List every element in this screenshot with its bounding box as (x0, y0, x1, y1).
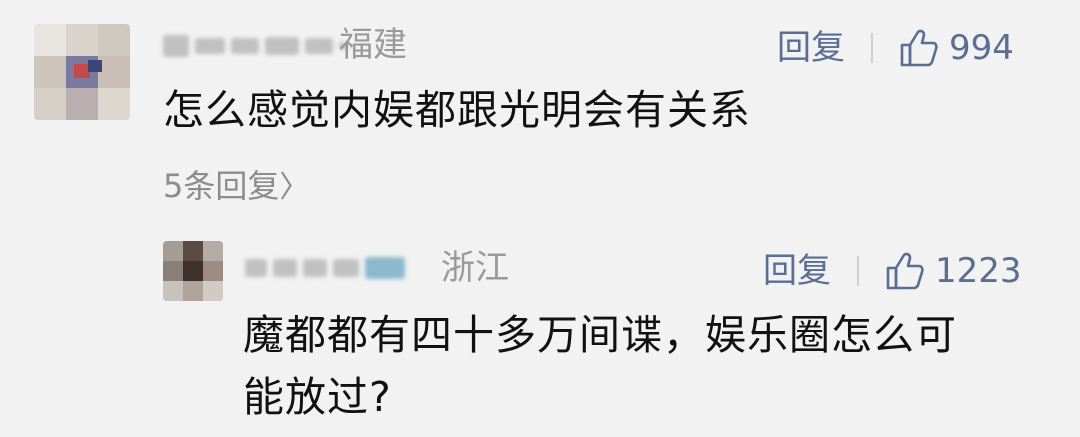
reply-avatar[interactable] (163, 241, 223, 301)
like-count: 994 (949, 28, 1014, 68)
reply-button[interactable]: 回复 (777, 31, 845, 65)
reply-actions: 回复 1223 (763, 251, 1022, 291)
avatar[interactable] (34, 24, 130, 120)
divider (871, 33, 873, 63)
reply-region-label: 浙江 (441, 248, 509, 288)
comment-item: 福建 回复 994 怎么感觉内娱都跟光明会有关系 5条回复〉 (0, 0, 1080, 215)
comment-text: 怎么感觉内娱都跟光明会有关系 (163, 86, 751, 134)
comment-actions: 回复 994 (777, 28, 1014, 68)
like-button[interactable]: 994 (899, 28, 1014, 68)
view-replies-label: 5条回复 (163, 167, 280, 205)
thumbs-up-icon (886, 252, 924, 290)
reply-text-line-2: 能放过? (243, 373, 392, 421)
divider (857, 256, 859, 286)
view-replies-link[interactable]: 5条回复〉 (163, 170, 309, 203)
reply-button[interactable]: 回复 (763, 254, 831, 288)
reply-text-line-1: 魔都都有四十多万间谍，娱乐圈怎么可 (243, 311, 957, 359)
chevron-right-icon: 〉 (279, 170, 310, 205)
like-button[interactable]: 1223 (885, 251, 1022, 291)
like-count: 1223 (935, 251, 1022, 291)
reply-item: 浙江 回复 1223 魔都都有四十多万间谍，娱乐圈怎么可 能放过? (0, 215, 1080, 437)
thumbs-up-icon (900, 29, 938, 67)
region-label: 福建 (339, 25, 407, 65)
username[interactable] (163, 30, 347, 62)
reply-username[interactable] (245, 253, 405, 283)
